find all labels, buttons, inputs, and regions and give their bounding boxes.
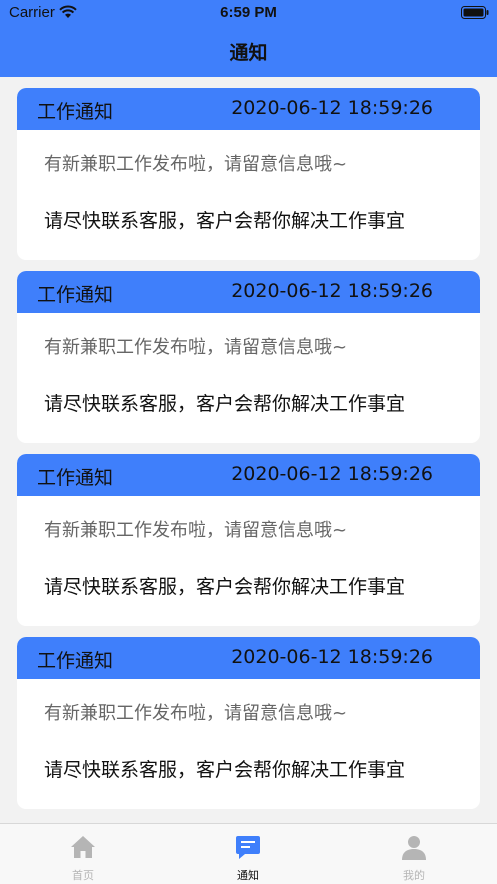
card-date: 2020-06-12 18:59:26 <box>231 97 433 119</box>
battery-icon <box>461 6 489 19</box>
card-body: 请尽快联系客服，客户会帮你解决工作事宜 <box>44 210 406 232</box>
tab-label: 我的 <box>403 869 425 882</box>
message-icon <box>236 836 260 859</box>
card-body: 请尽快联系客服，客户会帮你解决工作事宜 <box>44 393 406 415</box>
tab-notice[interactable]: 通知 <box>188 824 308 884</box>
notification-list[interactable]: 工作通知 2020-06-12 18:59:26 有新兼职工作发布啦，请留意信息… <box>17 88 480 810</box>
card-subtitle: 有新兼职工作发布啦，请留意信息哦~ <box>44 154 348 175</box>
notification-card[interactable]: 工作通知 2020-06-12 18:59:26 有新兼职工作发布啦，请留意信息… <box>17 88 480 260</box>
tab-label: 通知 <box>237 869 259 882</box>
card-date: 2020-06-12 18:59:26 <box>231 463 433 485</box>
card-subtitle: 有新兼职工作发布啦，请留意信息哦~ <box>44 703 348 724</box>
card-title: 工作通知 <box>37 650 114 672</box>
tab-bar: 首页 通知 我的 <box>0 823 497 884</box>
status-time: 6:59 PM <box>220 4 277 21</box>
card-body: 请尽快联系客服，客户会帮你解决工作事宜 <box>44 759 406 781</box>
tab-mine[interactable]: 我的 <box>354 824 474 884</box>
card-title: 工作通知 <box>37 101 114 123</box>
card-subtitle: 有新兼职工作发布啦，请留意信息哦~ <box>44 520 348 541</box>
page-title: 通知 <box>229 42 268 64</box>
card-header: 工作通知 2020-06-12 18:59:26 <box>17 271 480 313</box>
home-icon <box>71 836 95 858</box>
card-subtitle: 有新兼职工作发布啦，请留意信息哦~ <box>44 337 348 358</box>
card-date: 2020-06-12 18:59:26 <box>231 646 433 668</box>
user-icon <box>402 836 426 860</box>
card-title: 工作通知 <box>37 284 114 306</box>
notification-card[interactable]: 工作通知 2020-06-12 18:59:26 有新兼职工作发布啦，请留意信息… <box>17 271 480 443</box>
card-header: 工作通知 2020-06-12 18:59:26 <box>17 637 480 679</box>
card-body: 请尽快联系客服，客户会帮你解决工作事宜 <box>44 576 406 598</box>
card-header: 工作通知 2020-06-12 18:59:26 <box>17 454 480 496</box>
status-bar: Carrier 6:59 PM <box>0 0 497 26</box>
notification-card[interactable]: 工作通知 2020-06-12 18:59:26 有新兼职工作发布啦，请留意信息… <box>17 637 480 809</box>
card-date: 2020-06-12 18:59:26 <box>231 280 433 302</box>
card-title: 工作通知 <box>37 467 114 489</box>
app-header: Carrier 6:59 PM 通知 <box>0 0 497 77</box>
card-header: 工作通知 2020-06-12 18:59:26 <box>17 88 480 130</box>
notification-card[interactable]: 工作通知 2020-06-12 18:59:26 有新兼职工作发布啦，请留意信息… <box>17 454 480 626</box>
tab-home[interactable]: 首页 <box>23 824 143 884</box>
tab-label: 首页 <box>72 869 94 882</box>
